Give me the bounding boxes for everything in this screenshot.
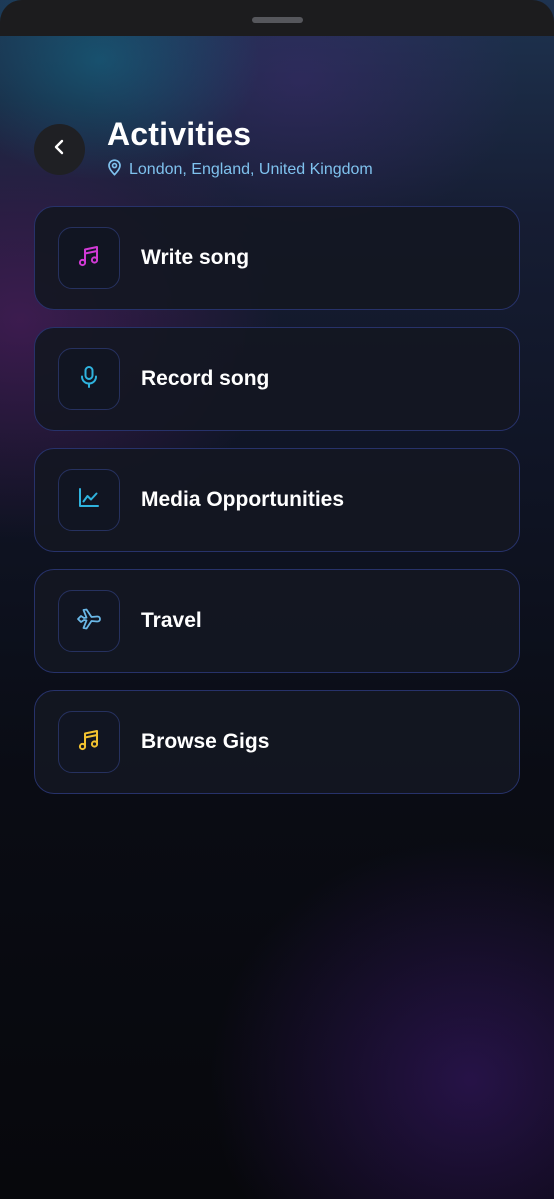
activity-icon-box — [58, 590, 120, 652]
music-note-icon — [76, 243, 102, 274]
location-row: London, England, United Kingdom — [107, 159, 373, 181]
activity-media-opportunities[interactable]: Media Opportunities — [34, 448, 520, 552]
map-pin-icon — [107, 159, 122, 181]
activity-browse-gigs[interactable]: Browse Gigs — [34, 690, 520, 794]
microphone-icon — [76, 364, 102, 395]
chevron-left-icon — [52, 138, 68, 161]
activity-label: Browse Gigs — [141, 730, 270, 753]
app-screen: Activities London, England, United Kingd… — [0, 0, 554, 1199]
activity-icon-box — [58, 469, 120, 531]
activity-label: Write song — [141, 246, 250, 269]
activity-icon-box — [58, 711, 120, 773]
back-button[interactable] — [34, 124, 85, 175]
music-note-icon — [76, 727, 102, 758]
line-chart-icon — [76, 485, 102, 516]
activity-travel[interactable]: Travel — [34, 569, 520, 673]
activity-icon-box — [58, 348, 120, 410]
activity-write-song[interactable]: Write song — [34, 206, 520, 310]
activity-record-song[interactable]: Record song — [34, 327, 520, 431]
drag-handle[interactable] — [252, 17, 303, 23]
page-title: Activities — [107, 116, 252, 152]
activity-label: Travel — [141, 609, 202, 632]
location-text: London, England, United Kingdom — [129, 161, 373, 178]
sheet-header — [0, 0, 554, 36]
activity-label: Record song — [141, 367, 270, 390]
activity-icon-box — [58, 227, 120, 289]
activity-label: Media Opportunities — [141, 488, 345, 511]
airplane-icon — [75, 605, 103, 638]
activity-list: Write song Record song Media Opportuniti… — [34, 206, 520, 811]
